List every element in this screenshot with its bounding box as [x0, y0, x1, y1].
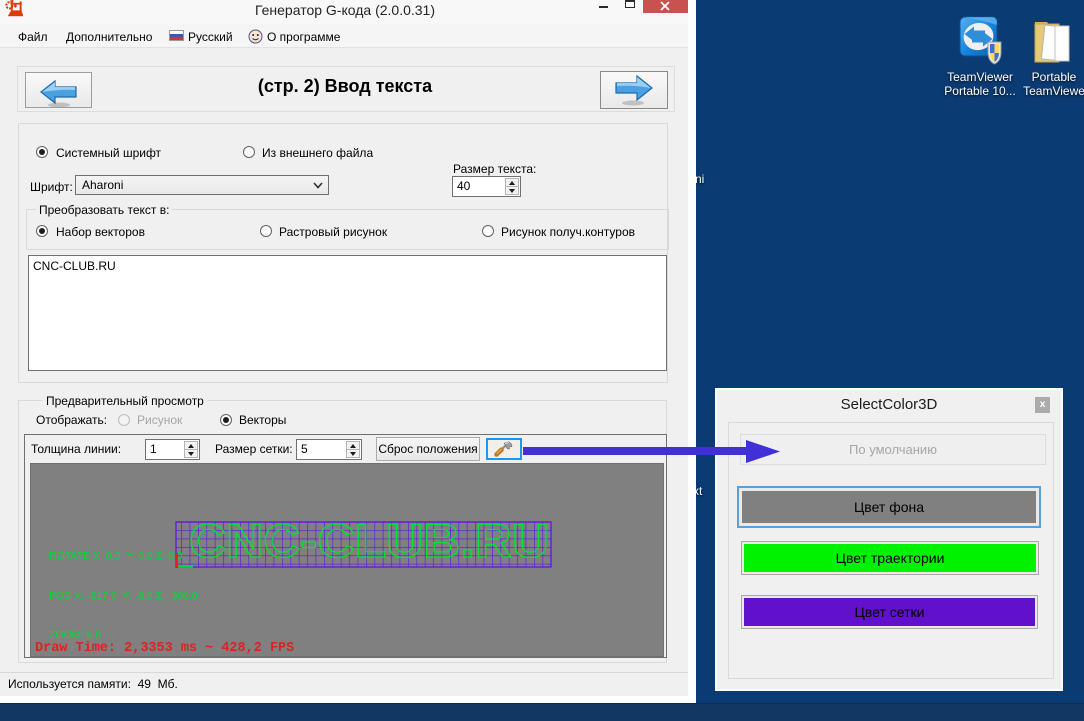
svg-text:POS X: -217,0 Y: -8,0 Z: -300: POS X: -217,0 Y: -8,0 Z: -300,0	[49, 590, 198, 602]
svg-text:ROTATE X: 0,0 Y: 0,0 Z: 0,0: ROTATE X: 0,0 Y: 0,0 Z: 0,0	[49, 550, 183, 562]
svg-text:CNC-CLUB.RU: CNC-CLUB.RU	[189, 514, 549, 567]
svg-text:ZOOM: 6,0: ZOOM: 6,0	[49, 629, 101, 641]
svg-text:Draw Time: 2,3353 ms ~ 428,2 F: Draw Time: 2,3353 ms ~ 428,2 FPS	[35, 641, 294, 656]
